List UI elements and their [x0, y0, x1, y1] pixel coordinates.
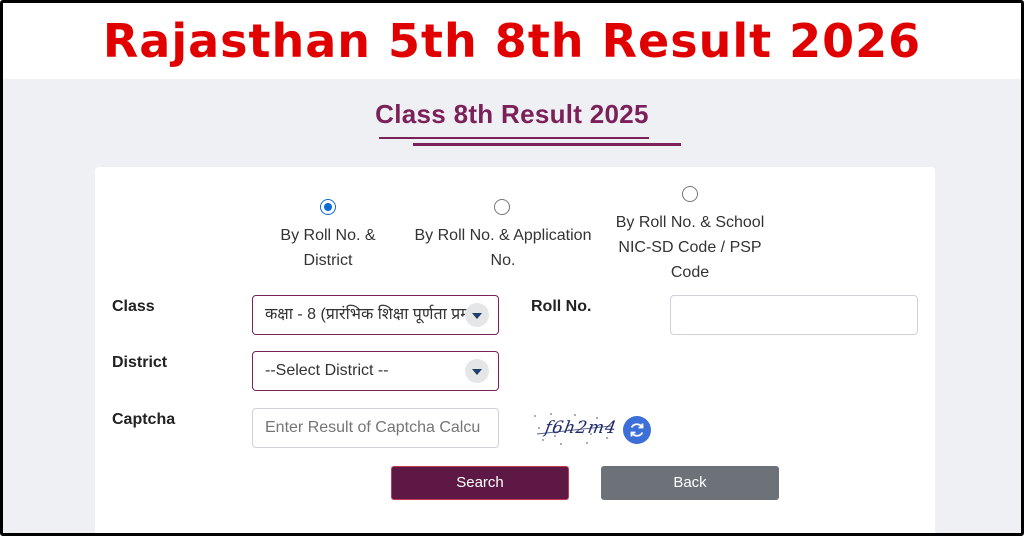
- chevron-down-icon: [465, 303, 489, 327]
- captcha-label: Captcha: [112, 411, 176, 428]
- result-form-card: By Roll No. & District By Roll No. & App…: [95, 167, 935, 533]
- radio-label-line: By Roll No. & School: [615, 214, 765, 231]
- radio-label-line: By Roll No. & Application: [414, 227, 592, 244]
- district-select-value: --Select District --: [265, 362, 389, 379]
- radio-label-roll-application[interactable]: By Roll No. & Application No.: [405, 223, 601, 273]
- class-select-value: कक्षा - 8 (प्रारंभिक शिक्षा पूर्णता प्रम…: [265, 306, 470, 323]
- radio-label-roll-district[interactable]: By Roll No. & District: [263, 223, 393, 273]
- title-underline-secondary: [413, 143, 681, 146]
- search-button[interactable]: Search: [391, 466, 569, 500]
- radio-label-line: District: [303, 252, 353, 269]
- radio-roll-district[interactable]: [320, 199, 336, 215]
- radio-label-roll-school-code[interactable]: By Roll No. & School NIC-SD Code / PSP C…: [605, 210, 775, 285]
- roll-number-input[interactable]: [670, 295, 918, 335]
- district-select[interactable]: --Select District --: [252, 351, 499, 391]
- class-label: Class: [112, 298, 155, 315]
- radio-label-line: NIC-SD Code / PSP: [618, 239, 762, 256]
- radio-label-line: Code: [670, 264, 710, 281]
- captcha-input[interactable]: [252, 408, 499, 448]
- refresh-captcha-button[interactable]: [623, 416, 651, 444]
- page-title: Class 8th Result 2025: [375, 99, 649, 129]
- banner-title: Rajasthan 5th 8th Result 2026: [102, 14, 922, 68]
- roll-number-label: Roll No.: [531, 298, 592, 315]
- chevron-down-icon: [465, 359, 489, 383]
- captcha-image: f6h2m4: [531, 410, 617, 448]
- radio-label-line: No.: [490, 252, 516, 269]
- screenshot-frame: Rajasthan 5th 8th Result 2026 Class 8th …: [0, 0, 1024, 536]
- back-button[interactable]: Back: [601, 466, 779, 500]
- captcha-text: f6h2m4: [543, 418, 617, 438]
- refresh-icon: [630, 423, 644, 437]
- district-label: District: [112, 354, 168, 371]
- radio-roll-application[interactable]: [494, 199, 510, 215]
- class-select[interactable]: कक्षा - 8 (प्रारंभिक शिक्षा पूर्णता प्रम…: [252, 295, 499, 335]
- banner: Rajasthan 5th 8th Result 2026: [3, 3, 1021, 79]
- radio-label-line: By Roll No. &: [280, 227, 376, 244]
- radio-roll-school-code[interactable]: [682, 186, 698, 202]
- title-underline: [379, 137, 649, 139]
